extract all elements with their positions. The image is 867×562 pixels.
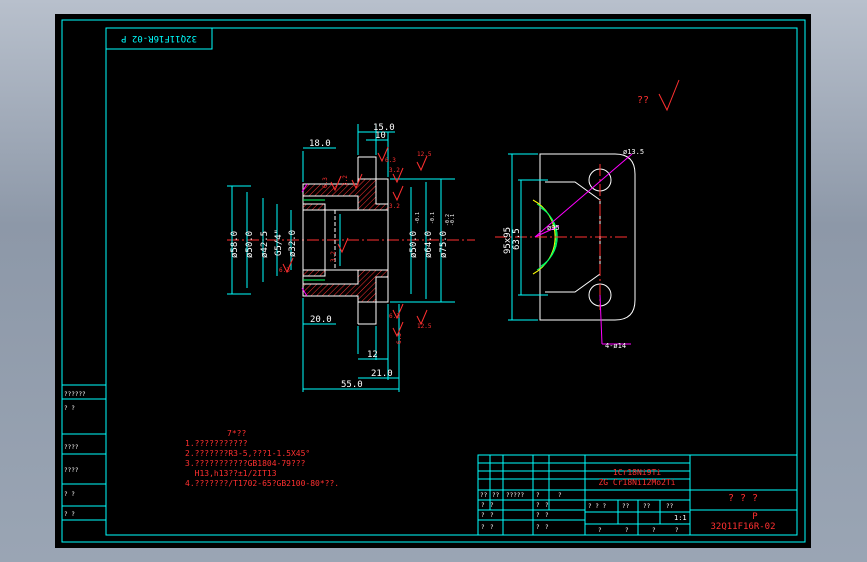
cad-drawing-canvas[interactable]: 32Q11F16R-02 P ?????? ? ? ???? ???? ? ? … bbox=[55, 14, 811, 548]
roughness-2: 6.3 bbox=[385, 157, 396, 164]
roughness-0: 6.3 bbox=[322, 177, 329, 188]
tol-right-3: -0.1 bbox=[450, 214, 456, 226]
dim-bottom-1: 12 bbox=[367, 350, 378, 360]
strip-text-3: ???? bbox=[64, 467, 79, 474]
technical-notes: 7*?? 1.??????????? 2.???????R3-5,???1-1.… bbox=[185, 429, 339, 488]
dim-right-1: ø64.0 bbox=[424, 231, 434, 258]
sign-row-0-c: ? bbox=[536, 502, 540, 509]
dim-left-2: ø42.5 bbox=[260, 231, 270, 258]
dim-right-0: ø50.0 bbox=[409, 231, 419, 258]
dim-top-2: 10 bbox=[375, 131, 386, 141]
note-line-1: 2.???????R3-5,???1-1.5X45° bbox=[185, 449, 310, 458]
sheet-row-0: ? bbox=[598, 527, 602, 534]
sheet-row-1: ? bbox=[625, 527, 629, 534]
scale-row-1: ?? bbox=[622, 503, 630, 510]
strip-text-5: ? ? bbox=[64, 511, 75, 518]
header-cell-3: ? bbox=[536, 492, 540, 499]
title-stamp-text: 32Q11F16R-02 P bbox=[120, 33, 196, 43]
dim-left-4: ø32.0 bbox=[288, 230, 298, 257]
section-view: 18.0 15.0 10 ø58.0 ø50.0 ø42.5 G5/4" ø32… bbox=[227, 123, 475, 392]
note-line-2: 3.???????????GB1804-79??? bbox=[185, 459, 306, 468]
roughness-9: 6.3 bbox=[396, 333, 403, 344]
roughness-5: 3.2 bbox=[389, 203, 400, 210]
plan-view: 95x95 63.5 ø95 ø13.5 4-ø14 bbox=[495, 148, 644, 350]
sign-row-1-a: ? bbox=[481, 512, 485, 519]
plan-dim-2: ø95 bbox=[547, 224, 560, 232]
drawing-no-0: P bbox=[752, 512, 758, 522]
strip-text-4: ? ? bbox=[64, 491, 75, 498]
plan-dim-3: ø13.5 bbox=[623, 148, 644, 156]
sheet-row-3: ? bbox=[675, 527, 679, 534]
sign-row-2-a: ? bbox=[481, 524, 485, 531]
plan-dim-4: 4-ø14 bbox=[605, 342, 626, 350]
sign-row-1-d: ? bbox=[545, 512, 549, 519]
sign-row-1-c: ? bbox=[536, 512, 540, 519]
roughness-6: 3.2 bbox=[330, 251, 337, 262]
header-cell-1: ?? bbox=[492, 492, 500, 499]
dim-bottom-2: 21.0 bbox=[371, 369, 393, 379]
dim-left-0: ø58.0 bbox=[230, 231, 240, 258]
dim-left-1: ø50.0 bbox=[245, 231, 255, 258]
sign-row-2-c: ? bbox=[536, 524, 540, 531]
sign-row-0-b: ? bbox=[490, 502, 494, 509]
note-line-0: 1.??????????? bbox=[185, 439, 248, 448]
outer-frame bbox=[61, 19, 806, 543]
header-cell-0: ?? bbox=[480, 492, 488, 499]
roughness-10: 12.5 bbox=[417, 323, 432, 330]
tol-right-1: -0.1 bbox=[430, 212, 436, 224]
tol-right-0: -0.1 bbox=[415, 212, 421, 224]
scale-row-3: ?? bbox=[666, 503, 674, 510]
note-line-3: H13,h13??±1/2IT13 bbox=[185, 469, 277, 478]
left-strip: ?????? ? ? ???? ???? ? ? ? ? bbox=[62, 384, 106, 521]
dim-bottom-3: 55.0 bbox=[341, 380, 363, 390]
sign-row-0-d: ? bbox=[545, 502, 549, 509]
dim-right-2: ø75.0 bbox=[439, 231, 449, 258]
sign-row-2-d: ? bbox=[545, 524, 549, 531]
roughness-note: ?? bbox=[637, 95, 649, 106]
roughness-7: 6.3 bbox=[279, 267, 290, 274]
roughness-3: 12.5 bbox=[417, 151, 432, 158]
sign-row-1-b: ? bbox=[490, 512, 494, 519]
material-0: 1Cr18Ni9Ti bbox=[613, 468, 661, 477]
plan-dim-1: 63.5 bbox=[512, 228, 522, 250]
roughness-1: 3.2 bbox=[342, 175, 349, 186]
strip-text-0: ?????? bbox=[64, 391, 86, 398]
note-line-4: 4.???????/T1702-65?GB2100-80*??. bbox=[185, 479, 339, 488]
scale-row-0: ? ? ? bbox=[588, 503, 606, 510]
roughness-4: 3.2 bbox=[389, 167, 400, 174]
roughness-symbol: ?? bbox=[637, 79, 680, 112]
scale-value: 1:1 bbox=[674, 514, 687, 522]
strip-text-2: ???? bbox=[64, 444, 79, 451]
drawing-viewport[interactable]: 32Q11F16R-02 P ?????? ? ? ???? ???? ? ? … bbox=[55, 14, 811, 548]
strip-text-1: ? ? bbox=[64, 405, 75, 412]
roughness-8: 6.3 bbox=[389, 313, 400, 320]
header-cell-4: ? bbox=[558, 492, 562, 499]
dim-left-3: G5/4" bbox=[274, 229, 284, 256]
notes-title: 7*?? bbox=[227, 429, 246, 438]
sign-row-0-a: ? bbox=[481, 502, 485, 509]
sheet-row-2: ? bbox=[652, 527, 656, 534]
scale-row-2: ?? bbox=[643, 503, 651, 510]
header-cell-2: ????? bbox=[506, 492, 524, 499]
dim-bottom-0: 20.0 bbox=[310, 315, 332, 325]
part-name: ? ? ? bbox=[728, 493, 758, 504]
material-1: ZG Cr18Ni12Mo2Ti bbox=[598, 478, 675, 487]
dim-top-0: 18.0 bbox=[309, 139, 331, 149]
sign-row-2-b: ? bbox=[490, 524, 494, 531]
drawing-no-1: 32Q11F16R-02 bbox=[710, 522, 775, 532]
